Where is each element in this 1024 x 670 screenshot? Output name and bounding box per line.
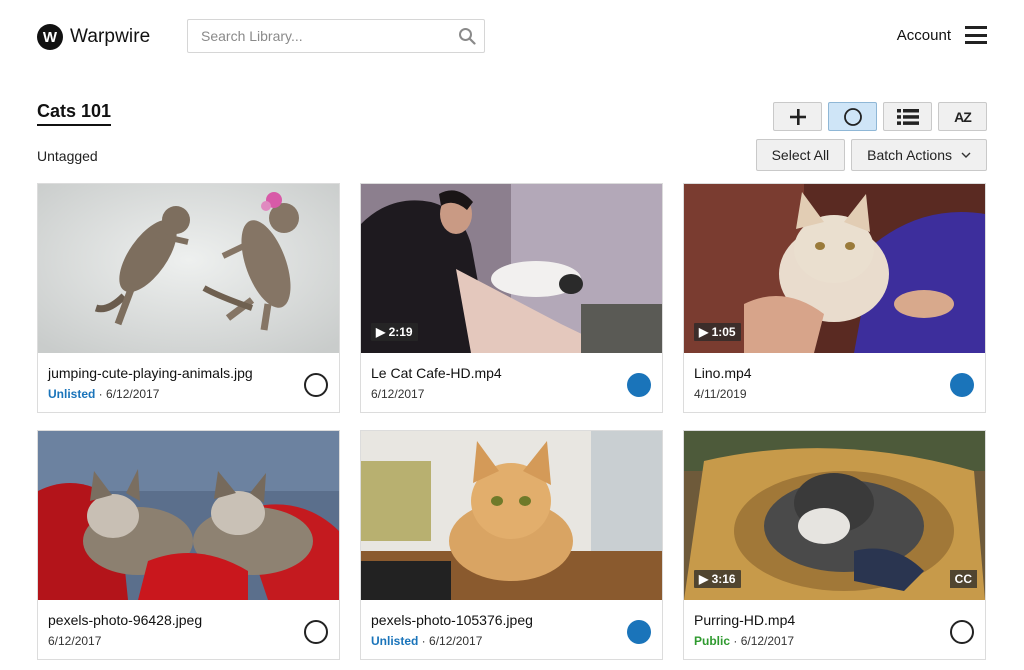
media-date: 6/12/2017 (740, 634, 795, 648)
hamburger-menu-icon[interactable] (965, 26, 987, 44)
duration-badge: ▶ 3:16 (694, 570, 741, 588)
select-checkbox[interactable] (304, 620, 328, 644)
select-mode-button[interactable] (828, 102, 877, 131)
status-badge: Unlisted (371, 634, 419, 648)
batch-toolbar: Select All Batch Actions (755, 139, 987, 171)
account-menu[interactable]: Account (897, 26, 987, 44)
media-date: 6/12/2017 (371, 387, 425, 401)
search-icon[interactable] (450, 20, 484, 52)
media-card[interactable]: ▶ 2:19 Le Cat Cafe-HD.mp4 6/12/2017 (360, 183, 663, 413)
media-date: 6/12/2017 (48, 634, 102, 648)
circle-icon (843, 107, 862, 126)
batch-actions-dropdown[interactable]: Batch Actions (851, 139, 987, 171)
media-card[interactable]: jumping-cute-playing-animals.jpg Unliste… (37, 183, 340, 413)
warpwire-logo[interactable]: W Warpwire (37, 24, 150, 50)
select-checkbox[interactable] (950, 373, 974, 397)
media-subline: 6/12/2017 (371, 387, 502, 401)
account-label[interactable]: Account (897, 27, 951, 44)
search-input[interactable] (188, 21, 450, 51)
media-subline: 6/12/2017 (48, 634, 202, 648)
media-thumbnail[interactable] (361, 431, 662, 600)
media-card[interactable]: ▶ 3:16 CC Purring-HD.mp4 Public · 6/12/2… (683, 430, 986, 660)
media-thumbnail[interactable] (38, 184, 339, 353)
list-view-button[interactable] (883, 102, 932, 131)
media-meta: Le Cat Cafe-HD.mp4 6/12/2017 (371, 365, 502, 401)
media-card[interactable]: pexels-photo-96428.jpeg 6/12/2017 (37, 430, 340, 660)
media-filename[interactable]: jumping-cute-playing-animals.jpg (48, 365, 253, 381)
list-icon (896, 108, 919, 125)
duration-badge: ▶ 1:05 (694, 323, 741, 341)
media-meta: Lino.mp4 4/11/2019 (694, 365, 752, 401)
media-thumbnail[interactable]: ▶ 3:16 CC (684, 431, 985, 600)
media-meta: Purring-HD.mp4 Public · 6/12/2017 (694, 612, 795, 648)
media-subline: 4/11/2019 (694, 387, 752, 401)
batch-actions-label: Batch Actions (867, 147, 952, 163)
status-badge: Unlisted (48, 387, 96, 401)
sort-az-button[interactable]: AZ (938, 102, 987, 131)
select-all-button[interactable]: Select All (755, 139, 846, 171)
media-subline: Unlisted · 6/12/2017 (371, 634, 483, 648)
view-toolbar: AZ (773, 102, 987, 131)
media-meta: pexels-photo-96428.jpeg 6/12/2017 (48, 612, 202, 648)
logo-mark: W (37, 24, 63, 50)
search-box (187, 19, 485, 53)
media-meta: pexels-photo-105376.jpeg Unlisted · 6/12… (371, 612, 533, 648)
media-thumbnail[interactable] (38, 431, 339, 600)
plus-icon (789, 108, 806, 125)
select-checkbox[interactable] (627, 620, 651, 644)
page-title: Cats 101 (37, 101, 112, 126)
duration-value: 2:19 (388, 325, 413, 339)
media-filename[interactable]: Lino.mp4 (694, 365, 752, 381)
media-filename[interactable]: Purring-HD.mp4 (694, 612, 795, 628)
media-date: 6/12/2017 (429, 634, 483, 648)
logo-text: Warpwire (70, 26, 151, 47)
media-card[interactable]: ▶ 1:05 Lino.mp4 4/11/2019 (683, 183, 986, 413)
media-thumbnail[interactable]: ▶ 1:05 (684, 184, 985, 353)
closed-captions-badge: CC (949, 570, 977, 588)
duration-badge: ▶ 2:19 (371, 323, 418, 341)
media-meta: jumping-cute-playing-animals.jpg Unliste… (48, 365, 253, 401)
duration-value: 3:16 (711, 572, 736, 586)
status-badge: Public (694, 634, 731, 648)
duration-value: 1:05 (711, 325, 736, 339)
add-media-button[interactable] (773, 102, 822, 131)
select-checkbox[interactable] (627, 373, 651, 397)
media-date: 6/12/2017 (106, 387, 160, 401)
media-card[interactable]: pexels-photo-105376.jpeg Unlisted · 6/12… (360, 430, 663, 660)
media-filename[interactable]: pexels-photo-105376.jpeg (371, 612, 533, 628)
sort-az-icon: AZ (954, 108, 972, 125)
tag-label: Untagged (37, 148, 98, 164)
select-checkbox[interactable] (950, 620, 974, 644)
media-subline: Unlisted · 6/12/2017 (48, 387, 160, 401)
chevron-down-icon (961, 152, 971, 158)
media-subline: Public · 6/12/2017 (694, 634, 795, 648)
media-date: 4/11/2019 (694, 387, 747, 401)
media-filename[interactable]: Le Cat Cafe-HD.mp4 (371, 365, 502, 381)
media-filename[interactable]: pexels-photo-96428.jpeg (48, 612, 202, 628)
select-all-label: Select All (771, 147, 830, 163)
select-checkbox[interactable] (304, 373, 328, 397)
media-thumbnail[interactable]: ▶ 2:19 (361, 184, 662, 353)
